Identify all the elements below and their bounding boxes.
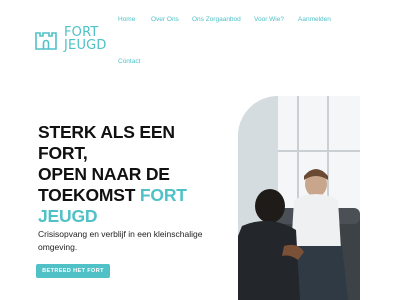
nav-over-ons[interactable]: Over Ons	[151, 16, 179, 23]
nav-contact[interactable]: Contact	[118, 58, 140, 65]
headline-line1: STERK ALS EEN FORT,	[38, 122, 175, 163]
nav-aanmelden[interactable]: Aanmelden	[298, 16, 331, 23]
nav-home[interactable]: Home	[118, 16, 135, 23]
castle-icon	[35, 32, 57, 50]
nav-voor-wie[interactable]: Voor Wie?	[254, 16, 284, 23]
brand-logo[interactable]: FORT JEUGD	[34, 26, 107, 52]
hero-headline: STERK ALS EEN FORT, OPEN NAAR DE TOEKOMS…	[38, 122, 228, 227]
nav-ons-zorgaanbod[interactable]: Ons Zorgaanbod	[192, 16, 241, 23]
hero-subtext: Crisisopvang en verblijf in een kleinsch…	[38, 229, 203, 252]
brand-name: FORT JEUGD	[64, 26, 107, 52]
headline-line2: OPEN NAAR DE	[38, 164, 170, 184]
betreed-het-fort-button[interactable]: BETREED HET FORT	[36, 264, 110, 278]
hero-photo	[238, 96, 360, 300]
headline-accent-fort: FORT	[139, 185, 187, 205]
headline-line3: TOEKOMST	[38, 185, 136, 205]
brand-name-line2: JEUGD	[64, 38, 107, 53]
headline-accent-jeugd: JEUGD	[38, 206, 98, 226]
